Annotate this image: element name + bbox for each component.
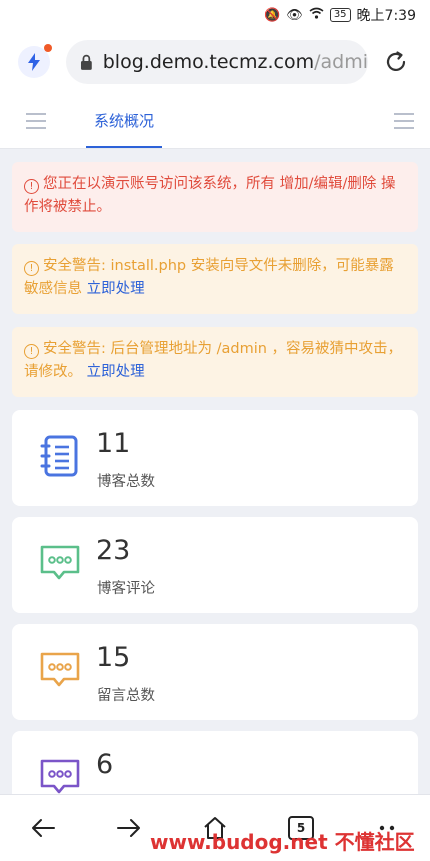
url-path: /admi	[314, 51, 368, 73]
back-arrow-icon[interactable]	[28, 813, 58, 843]
notification-dot	[44, 44, 52, 52]
stat-card-messages[interactable]: 15 留言总数	[12, 624, 418, 720]
lightning-icon	[28, 53, 40, 71]
admin-path-warning-text: 安全警告: 后台管理地址为 /admin ，容易被猜中攻击，请修改。	[24, 341, 403, 380]
chat-icon	[40, 759, 80, 794]
more-menu-icon[interactable]	[394, 113, 414, 129]
clock: 晚上7:39	[356, 8, 416, 24]
lock-icon	[80, 54, 92, 70]
mute-icon: 🔕	[264, 7, 281, 23]
stat-label: 博客评论	[97, 581, 155, 597]
browser-toolbar: blog.demo.tecmz.com/admi	[0, 30, 430, 94]
install-warning-alert: ! 安全警告: install.php 安装向导文件未删除，可能暴露敏感信息 立即…	[12, 244, 418, 314]
battery-indicator: 35	[329, 8, 351, 22]
forward-arrow-icon[interactable]	[114, 813, 144, 843]
tab-system-overview[interactable]: 系统概况	[86, 94, 162, 148]
stat-label: 留言总数	[97, 688, 155, 704]
demo-account-alert: ! 您正在以演示账号访问该系统，所有 增加/编辑/删除 操作将被禁止。	[12, 162, 418, 232]
address-bar[interactable]: blog.demo.tecmz.com/admi	[66, 40, 368, 84]
warning-icon: !	[24, 344, 39, 359]
stat-value: 23	[96, 535, 131, 566]
install-warning-text: 安全警告: install.php 安装向导文件未删除，可能暴露敏感信息	[24, 258, 394, 297]
wifi-icon	[309, 7, 324, 23]
eye-icon: 👁	[286, 7, 303, 23]
url-host: blog.demo.tecmz.com	[102, 51, 315, 73]
watermark-text: www.budog.net 不懂社区	[150, 830, 415, 854]
menu-toggle-icon[interactable]	[26, 113, 46, 129]
warning-icon: !	[24, 261, 39, 276]
message-icon	[40, 652, 80, 687]
stat-card-comments[interactable]: 23 博客评论	[12, 517, 418, 613]
admin-path-fix-link[interactable]: 立即处理	[87, 364, 145, 380]
stat-value: 15	[96, 642, 131, 673]
browser-app-icon[interactable]	[18, 44, 52, 78]
status-bar: 🔕 👁 35 晚上7:39	[0, 0, 430, 30]
notebook-icon	[40, 435, 78, 477]
stat-label: 博客总数	[97, 474, 155, 490]
demo-account-alert-text: 您正在以演示账号访问该系统，所有 增加/编辑/删除 操作将被禁止。	[24, 176, 396, 215]
info-icon: !	[24, 179, 39, 194]
stat-value: 6	[96, 749, 114, 780]
admin-path-warning-alert: ! 安全警告: 后台管理地址为 /admin ，容易被猜中攻击，请修改。 立即处理	[12, 327, 418, 397]
install-fix-link[interactable]: 立即处理	[87, 281, 145, 297]
stat-value: 11	[96, 428, 131, 459]
tab-bar: 系统概况	[0, 94, 430, 149]
stat-card-blogs[interactable]: 11 博客总数	[12, 410, 418, 506]
comment-icon	[40, 545, 80, 580]
reload-icon[interactable]	[382, 48, 410, 76]
